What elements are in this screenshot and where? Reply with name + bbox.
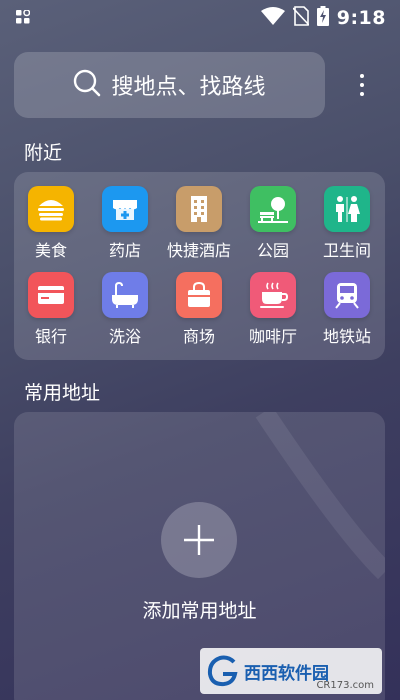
plus-icon (184, 525, 214, 555)
search-icon (73, 69, 101, 101)
category-label: 药店 (108, 241, 141, 260)
wifi-icon (260, 7, 285, 29)
category-cafe[interactable]: 咖啡厅 (238, 272, 308, 356)
category-label: 商场 (182, 327, 215, 346)
search-bar[interactable]: 搜地点、找路线 (14, 52, 325, 118)
coffee-cup-icon (250, 272, 296, 318)
category-label: 公园 (256, 241, 289, 260)
addresses-section-title: 常用地址 (24, 382, 101, 404)
category-hotel[interactable]: 快捷酒店 (164, 186, 234, 270)
more-menu-button[interactable] (345, 62, 379, 108)
category-label: 洗浴 (108, 327, 141, 346)
category-bank[interactable]: 银行 (16, 272, 86, 356)
more-icon (360, 74, 364, 78)
category-bath[interactable]: 洗浴 (90, 272, 160, 356)
category-label: 地铁站 (322, 327, 371, 346)
watermark-domain: CR173.com (316, 680, 374, 691)
hotel-icon (176, 186, 222, 232)
bathtub-icon (102, 272, 148, 318)
status-time: 9:18 (336, 7, 386, 29)
category-food[interactable]: 美食 (16, 186, 86, 270)
park-icon (250, 186, 296, 232)
category-park[interactable]: 公园 (238, 186, 308, 270)
add-address-label[interactable]: 添加常用地址 (14, 596, 385, 623)
app-grid-icon (16, 8, 31, 28)
subway-icon (324, 272, 370, 318)
no-sim-icon (292, 6, 310, 30)
category-mall[interactable]: 商场 (164, 272, 234, 356)
nearby-section-title: 附近 (24, 142, 63, 164)
bank-card-icon (28, 272, 74, 318)
category-pharmacy[interactable]: 药店 (90, 186, 160, 270)
category-label: 卫生间 (322, 241, 371, 260)
category-subway[interactable]: 地铁站 (312, 272, 382, 356)
battery-charging-icon (316, 6, 329, 30)
add-address-button[interactable] (161, 502, 237, 578)
status-bar: 9:18 (0, 0, 400, 36)
watermark-logo: 西西软件园 CR173.com (200, 648, 382, 694)
category-restroom[interactable]: 卫生间 (312, 186, 382, 270)
category-label: 银行 (34, 327, 67, 346)
category-label: 咖啡厅 (248, 327, 297, 346)
pharmacy-icon (102, 186, 148, 232)
category-label: 快捷酒店 (166, 241, 231, 260)
category-label: 美食 (34, 241, 67, 260)
brand-logo-icon (207, 655, 238, 687)
shopping-bag-icon (176, 272, 222, 318)
restroom-icon (324, 186, 370, 232)
search-placeholder: 搜地点、找路线 (111, 75, 266, 100)
burger-icon (28, 186, 74, 232)
nearby-panel: 美食 药店 快捷酒店 公园 卫生间 银行 洗浴 商场 咖啡厅 地铁站 (14, 172, 385, 360)
